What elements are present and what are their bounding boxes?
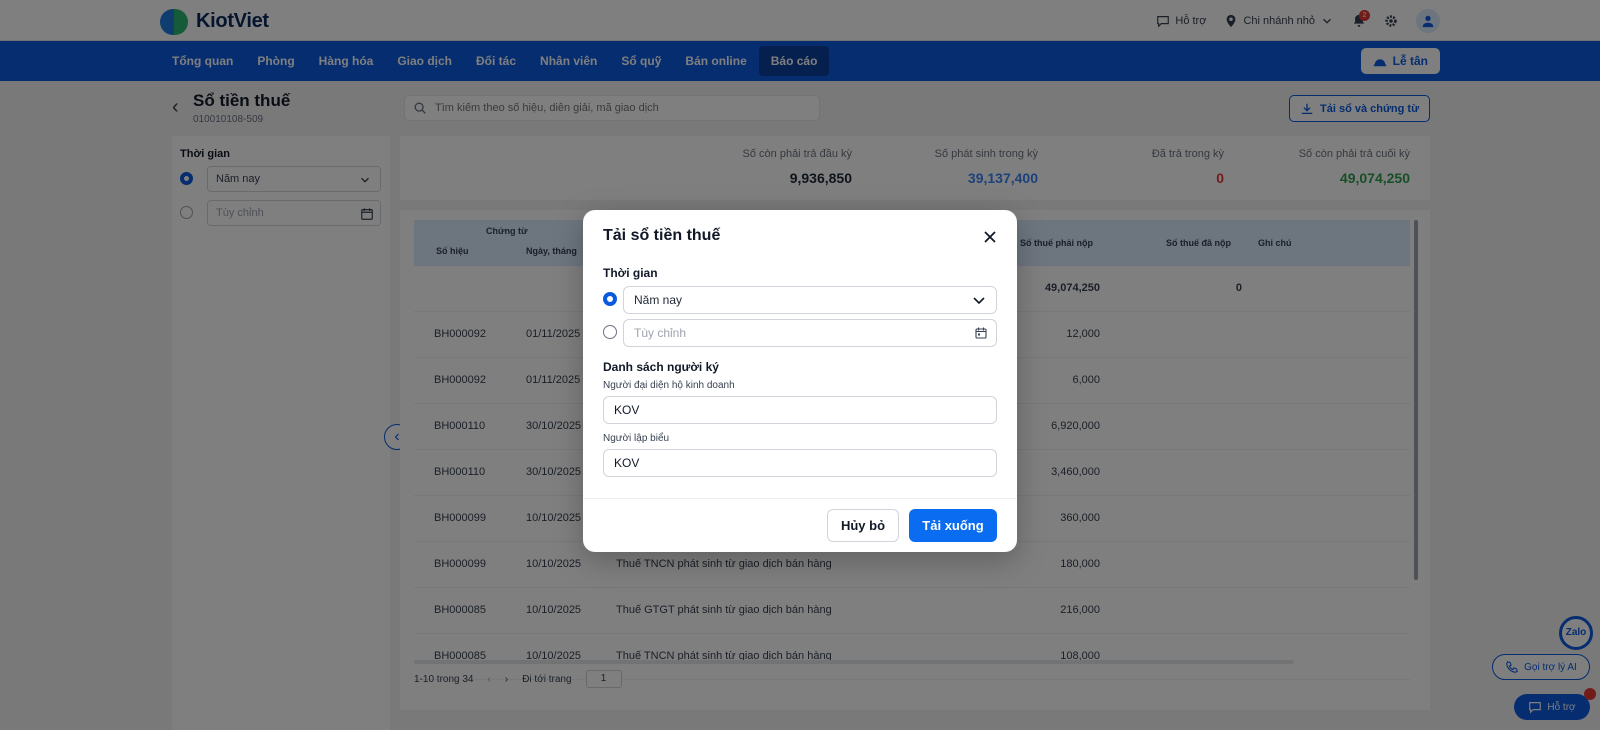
preparer-input[interactable] (603, 449, 997, 477)
signers-section-label: Danh sách người ký (603, 360, 719, 374)
custom-time-placeholder: Tùy chỉnh (634, 326, 687, 340)
time-section-label: Thời gian (603, 266, 658, 280)
preset-time-radio[interactable] (603, 292, 617, 306)
cancel-button[interactable]: Hủy bỏ (827, 509, 899, 542)
close-icon (984, 231, 996, 243)
chevron-down-icon (973, 297, 985, 305)
custom-time-radio[interactable] (603, 325, 617, 339)
dialog-title: Tải sổ tiền thuế (603, 227, 721, 244)
close-button[interactable] (979, 226, 1001, 248)
custom-date-range-field[interactable]: Tùy chỉnh (623, 319, 997, 347)
download-button[interactable]: Tải xuống (909, 509, 997, 542)
representative-input[interactable] (603, 396, 997, 424)
representative-label: Người đại diện hộ kinh doanh (603, 380, 735, 391)
preset-time-value: Năm nay (634, 293, 683, 307)
calendar-icon (975, 327, 987, 339)
preset-time-select[interactable]: Năm nay (623, 286, 997, 314)
footer-divider (583, 498, 1017, 499)
download-tax-ledger-dialog: Tải sổ tiền thuế Thời gian Năm nay Tùy c… (583, 210, 1017, 552)
preparer-label: Người lập biểu (603, 433, 670, 444)
